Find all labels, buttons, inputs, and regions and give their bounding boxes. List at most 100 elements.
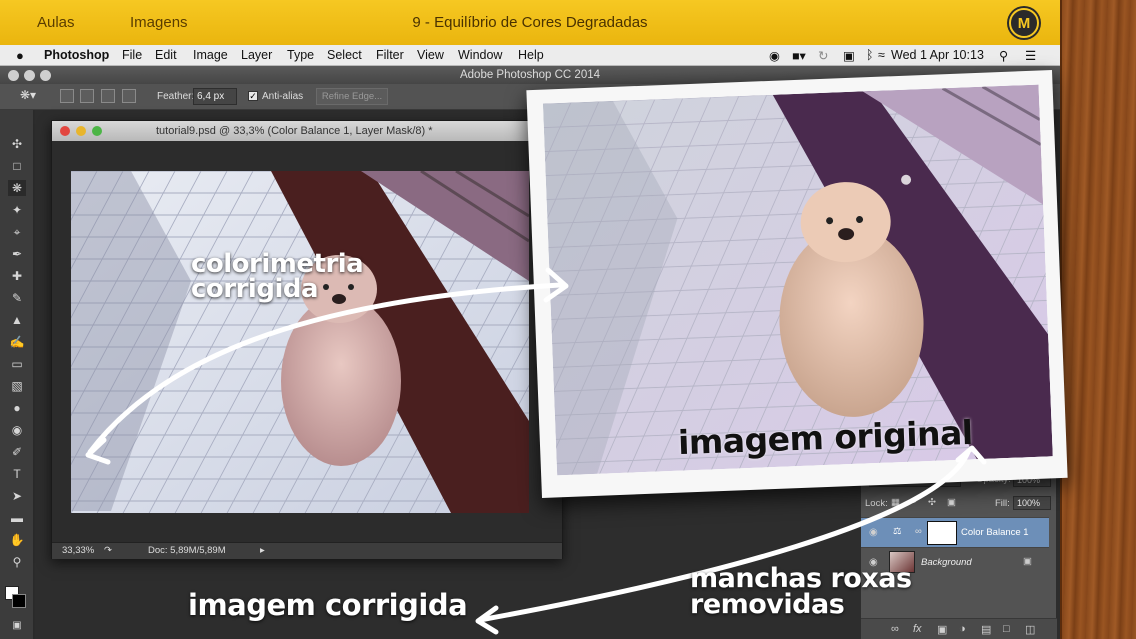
zoom-level[interactable]: 33,33%: [62, 543, 94, 559]
quick-mask-icon[interactable]: ▣: [8, 618, 26, 634]
visibility-eye-icon[interactable]: ◉: [869, 527, 881, 539]
annotation-manchas: manchas roxas removidas: [690, 563, 912, 617]
doc-minimize-button[interactable]: [76, 126, 86, 136]
fill-label: Fill:: [995, 498, 1010, 509]
layers-footer: ∞ fx ▣ ◑ ▤ □ ◫: [861, 618, 1057, 639]
eyedropper-tool-icon[interactable]: ✒: [8, 246, 26, 262]
document-title: tutorial9.psd @ 33,3% (Color Balance 1, …: [156, 125, 433, 137]
doc-zoom-button[interactable]: [92, 126, 102, 136]
feather-label: Feather:: [157, 91, 195, 102]
lock-all-icon[interactable]: ▣: [947, 497, 956, 508]
subtract-selection-icon[interactable]: [101, 89, 115, 103]
original-photo: [542, 84, 1053, 476]
document-titlebar[interactable]: tutorial9.psd @ 33,3% (Color Balance 1, …: [52, 121, 562, 141]
layer-row-color-balance[interactable]: ◉ ⚖ ∞ Color Balance 1: [861, 517, 1049, 547]
quick-select-tool-icon[interactable]: ✦: [8, 202, 26, 218]
move-tool-icon[interactable]: ✣: [8, 136, 26, 152]
apple-icon[interactable]: ●: [16, 48, 24, 63]
wifi-icon[interactable]: ≈: [878, 48, 885, 62]
lasso-tool-preset-icon[interactable]: ❋▾: [20, 88, 36, 102]
feather-input[interactable]: 6,4 px: [193, 88, 237, 105]
record-icon[interactable]: ◉: [769, 48, 780, 63]
corrected-photo: [71, 171, 529, 513]
lock-image-icon[interactable]: ✒: [909, 497, 917, 508]
lock-position-icon[interactable]: ✣: [928, 497, 936, 508]
zoom-tool-icon[interactable]: ⚲: [8, 554, 26, 570]
wood-background: [1060, 0, 1136, 639]
course-header: Aulas Imagens 9 - Equilíbrio de Cores De…: [0, 0, 1060, 45]
path-select-tool-icon[interactable]: ➤: [8, 488, 26, 504]
layer-name[interactable]: Background: [921, 557, 972, 568]
export-icon[interactable]: ↷: [104, 543, 112, 559]
menu-edit[interactable]: Edit: [155, 48, 177, 62]
fx-icon[interactable]: fx: [913, 623, 922, 635]
menu-layer[interactable]: Layer: [241, 48, 272, 62]
menu-type[interactable]: Type: [287, 48, 314, 62]
antialias-checkbox[interactable]: ✓: [248, 91, 258, 101]
layer-name[interactable]: Color Balance 1: [961, 527, 1029, 538]
stamp-tool-icon[interactable]: ▲: [8, 312, 26, 328]
history-brush-icon[interactable]: ✍: [8, 334, 26, 350]
document-canvas[interactable]: [52, 141, 562, 542]
display-icon[interactable]: ■▾: [792, 48, 806, 63]
menu-window[interactable]: Window: [458, 48, 502, 62]
shape-tool-icon[interactable]: ▬: [8, 510, 26, 526]
dodge-tool-icon[interactable]: ◉: [8, 422, 26, 438]
course-title: 9 - Equilíbrio de Cores Degradadas: [412, 14, 648, 31]
blur-tool-icon[interactable]: ●: [8, 400, 26, 416]
fill-input[interactable]: 100%: [1013, 496, 1051, 510]
background-color-swatch[interactable]: [12, 594, 26, 608]
menu-photoshop[interactable]: Photoshop: [44, 48, 109, 62]
spotlight-icon[interactable]: ⚲: [999, 48, 1008, 63]
crop-tool-icon[interactable]: ⌖: [8, 224, 26, 240]
eraser-tool-icon[interactable]: ▭: [8, 356, 26, 372]
adjustment-layer-icon[interactable]: ◑: [959, 623, 966, 635]
doc-close-button[interactable]: [60, 126, 70, 136]
window-minimize-button[interactable]: [24, 70, 35, 81]
link-chain-icon[interactable]: ∞: [915, 526, 922, 537]
add-selection-icon[interactable]: [80, 89, 94, 103]
healing-tool-icon[interactable]: ✚: [8, 268, 26, 284]
gradient-tool-icon[interactable]: ▧: [8, 378, 26, 394]
delete-layer-icon[interactable]: ◫: [1025, 623, 1035, 636]
menu-help[interactable]: Help: [518, 48, 544, 62]
new-layer-icon[interactable]: □: [1003, 623, 1010, 635]
annotation-line: corrigida: [191, 273, 319, 304]
status-menu-arrow-icon[interactable]: ▸: [260, 543, 265, 559]
add-mask-icon[interactable]: ▣: [937, 623, 947, 636]
menu-image[interactable]: Image: [193, 48, 228, 62]
menu-view[interactable]: View: [417, 48, 444, 62]
brush-tool-icon[interactable]: ✎: [8, 290, 26, 306]
airplay-icon[interactable]: ▣: [843, 48, 855, 63]
annotation-line: colorimetria: [191, 249, 364, 279]
notification-center-icon[interactable]: ☰: [1025, 48, 1036, 63]
intersect-selection-icon[interactable]: [122, 89, 136, 103]
pen-tool-icon[interactable]: ✐: [8, 444, 26, 460]
document-status-bar: 33,33% ↷ Doc: 5,89M/5,89M ▸: [52, 542, 562, 559]
timemachine-icon[interactable]: ↻: [818, 48, 828, 63]
layer-mask-thumbnail[interactable]: [927, 521, 957, 545]
document-window: tutorial9.psd @ 33,3% (Color Balance 1, …: [51, 120, 563, 559]
course-logo[interactable]: M: [1009, 8, 1039, 38]
hand-tool-icon[interactable]: ✋: [8, 532, 26, 548]
marquee-tool-icon[interactable]: □: [8, 158, 26, 174]
link-layers-icon[interactable]: ∞: [891, 623, 899, 635]
bluetooth-icon[interactable]: ᛒ: [866, 48, 874, 62]
lock-transparent-icon[interactable]: ▦: [891, 497, 900, 508]
menu-file[interactable]: File: [122, 48, 142, 62]
annotation-imagem-corrigida: imagem corrigida: [188, 588, 468, 622]
refine-edge-button[interactable]: Refine Edge...: [316, 88, 388, 105]
antialias-label: Anti-alias: [262, 91, 304, 102]
clock-text[interactable]: Wed 1 Apr 10:13: [891, 48, 984, 62]
window-zoom-button[interactable]: [40, 70, 51, 81]
annotation-colorimetria: colorimetria corrigida: [191, 249, 364, 304]
annotation-line: manchas roxas: [690, 563, 912, 594]
type-tool-icon[interactable]: T: [8, 466, 26, 482]
menu-select[interactable]: Select: [327, 48, 362, 62]
lasso-tool-icon[interactable]: ❋: [8, 180, 26, 196]
new-selection-icon[interactable]: [60, 89, 74, 103]
adjustment-balance-icon: ⚖: [893, 526, 902, 537]
menu-filter[interactable]: Filter: [376, 48, 404, 62]
group-folder-icon[interactable]: ▤: [981, 623, 991, 636]
window-close-button[interactable]: [8, 70, 19, 81]
